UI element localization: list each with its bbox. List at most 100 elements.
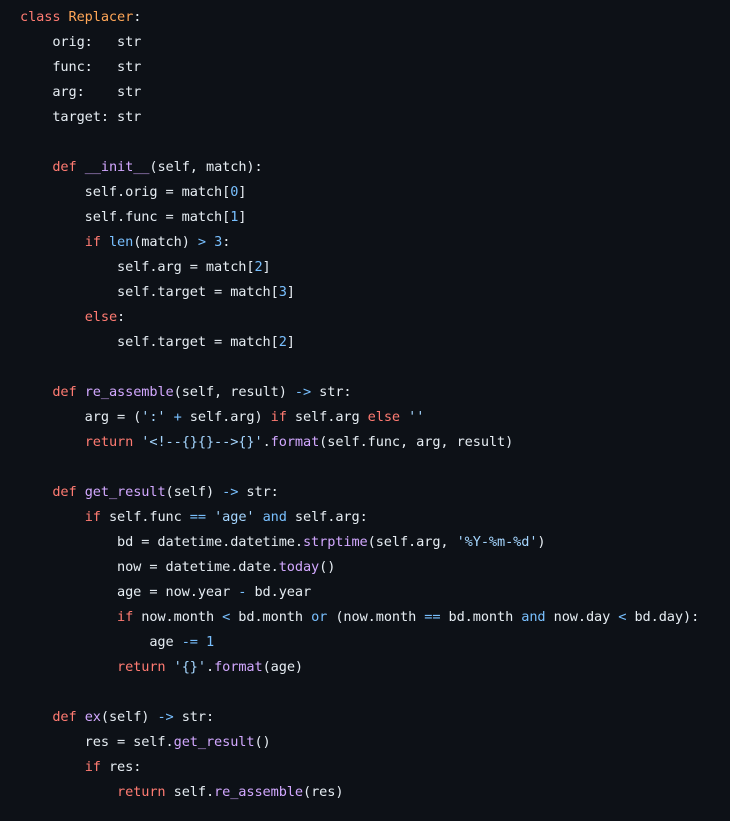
text-token: str: (238, 484, 279, 500)
text-token: str: (311, 384, 352, 400)
number-token: 2 (254, 259, 263, 275)
code-line: if now.month < bd.month or (now.month ==… (20, 605, 699, 630)
string-token: '{}' (173, 659, 206, 675)
number-token: 2 (278, 334, 287, 350)
text-token: bd.year (246, 584, 312, 600)
keyword-token: class (20, 9, 61, 25)
operator-token: -> (294, 384, 312, 400)
code-line: if res: (20, 755, 699, 780)
code-line: return '{}'.format(age) (20, 655, 699, 680)
code-line: return self.re_assemble(res) (20, 780, 699, 805)
operator-token: == (424, 609, 441, 625)
text-token: target: str (20, 109, 142, 125)
text-token: ] (286, 334, 295, 350)
number-token: 3 (214, 234, 223, 250)
code-line: def __init__(self, match): (20, 155, 699, 180)
text-token: now.month (133, 609, 223, 625)
code-line: age = now.year - bd.year (20, 580, 699, 605)
text-token: now = datetime.date. (20, 559, 279, 575)
text-token: self. (165, 784, 215, 800)
code-line: res = self.get_result() (20, 730, 699, 755)
text-token: str: (173, 709, 215, 725)
keyword-token: return (117, 659, 166, 675)
text-token: self.arg (286, 409, 368, 425)
text-token: orig: str (20, 34, 142, 50)
operator-token: + (173, 409, 182, 425)
text-token: bd.month (440, 609, 522, 625)
code-line: func: str (20, 55, 699, 80)
text-token: ] (286, 284, 295, 300)
function-name-token: re_assemble (84, 384, 174, 400)
keyword-token: else (84, 309, 118, 325)
text-token: ] (238, 184, 247, 200)
string-token: '<!--{}{}-->{}' (141, 434, 263, 450)
text-token: (self) (100, 709, 158, 725)
text-token: (self, result) (173, 384, 295, 400)
text-token: age = now.year (20, 584, 239, 600)
text-token: ] (238, 209, 247, 225)
function-name-token: today (278, 559, 320, 575)
text-token: (self.arg, (367, 534, 457, 550)
text-token: self.arg: (286, 509, 368, 525)
keyword-token: if (84, 759, 101, 775)
code-line: def re_assemble(self, result) -> str: (20, 380, 699, 405)
code-line: target: str (20, 105, 699, 130)
text-token: arg: str (20, 84, 142, 100)
operator-token: -= (181, 634, 198, 650)
function-name-token: strptime (302, 534, 368, 550)
operator-token: > (197, 234, 206, 250)
code-line: arg: str (20, 80, 699, 105)
code-line: self.target = match[2] (20, 330, 699, 355)
text-token: . (262, 434, 271, 450)
operator-token: and (521, 609, 546, 625)
text-token: ) (537, 534, 546, 550)
text-token: self.func = match[ (20, 209, 231, 225)
text-token: self.arg = match[ (20, 259, 255, 275)
keyword-token: def (52, 384, 77, 400)
text-token: arg = ( (20, 409, 142, 425)
text-token: now.day (545, 609, 619, 625)
text-token: (age) (262, 659, 304, 675)
string-token: 'age' (214, 509, 255, 525)
text-token: (res) (302, 784, 344, 800)
keyword-token: if (84, 234, 101, 250)
text-token: self.orig = match[ (20, 184, 231, 200)
text-token: bd.month (230, 609, 312, 625)
text-token: (self.func, arg, result) (319, 434, 514, 450)
function-name-token: get_result (173, 734, 255, 750)
code-line: else: (20, 305, 699, 330)
code-line: arg = (':' + self.arg) if self.arg else … (20, 405, 699, 430)
text-token: () (254, 734, 271, 750)
text-token: (now.month (327, 609, 425, 625)
function-name-token: __init__ (84, 159, 150, 175)
keyword-token: else (367, 409, 401, 425)
function-name-token: re_assemble (214, 784, 303, 800)
number-token: 3 (278, 284, 287, 300)
text-token: (self, match): (149, 159, 263, 175)
code-block: class Replacer: orig: str func: str arg:… (20, 5, 699, 805)
builtin-token: len (108, 234, 134, 250)
code-line: age -= 1 (20, 630, 699, 655)
code-line: self.orig = match[0] (20, 180, 699, 205)
